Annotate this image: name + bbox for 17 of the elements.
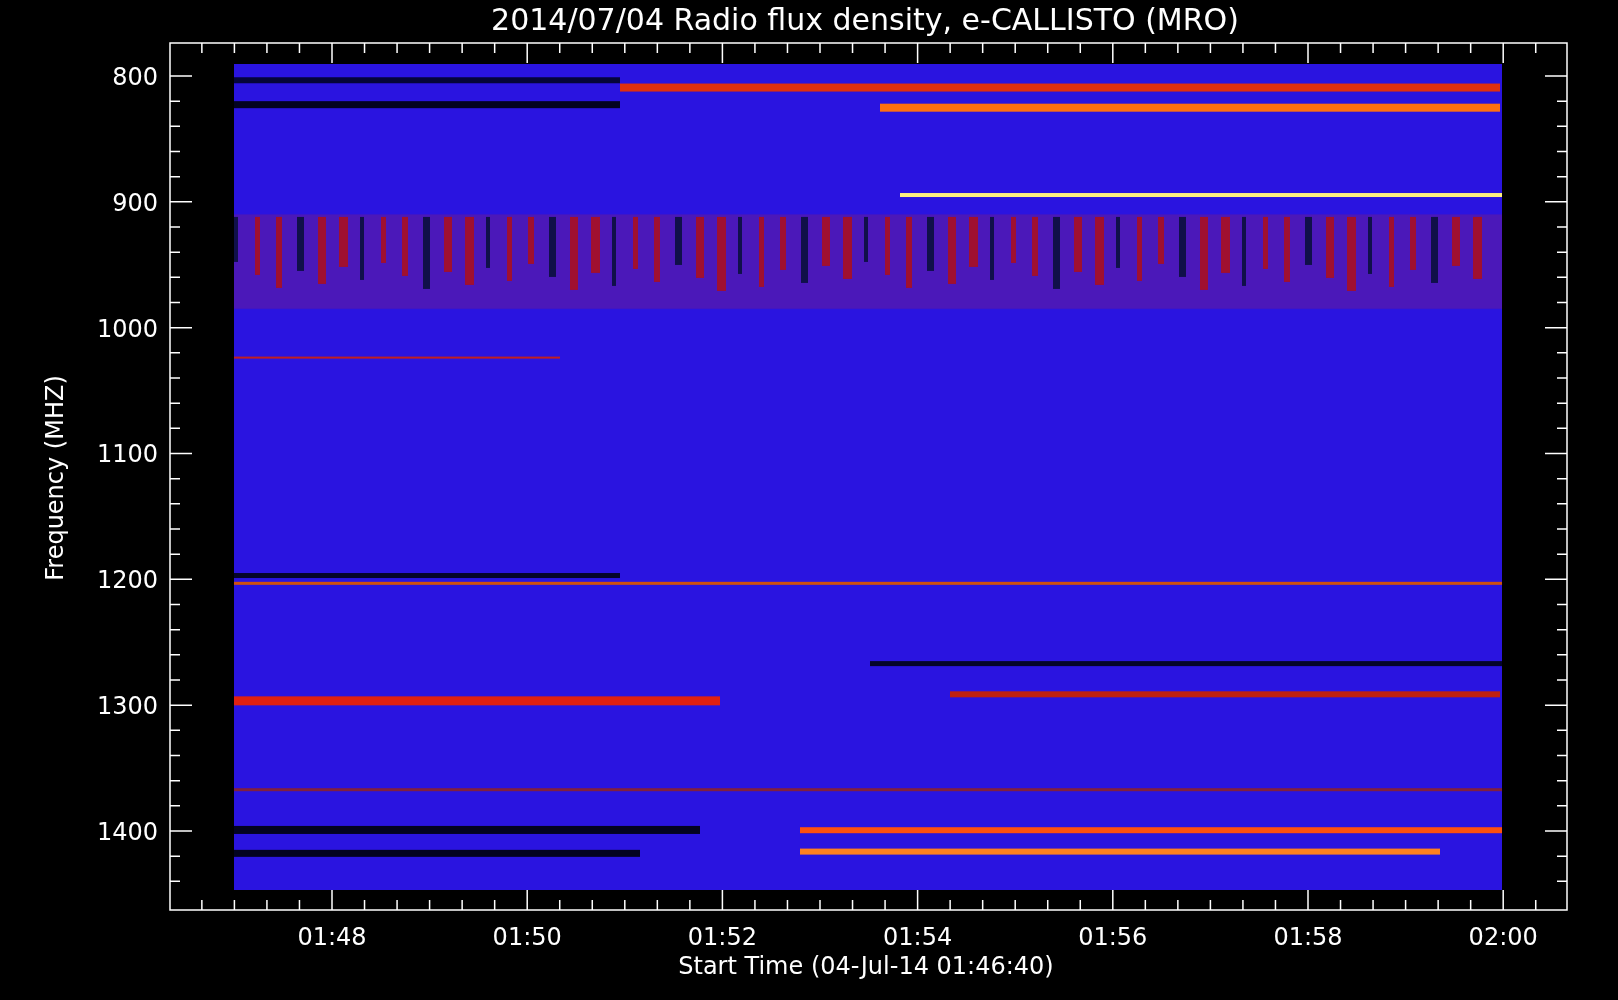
- tick-label: 02:00: [1468, 923, 1538, 951]
- tick-label: 01:48: [297, 923, 367, 951]
- tick-label: 01:58: [1273, 923, 1343, 951]
- tick-label: 1400: [96, 818, 158, 846]
- tick-label: 1200: [96, 566, 158, 595]
- axis-title: Frequency (MHZ): [41, 375, 69, 581]
- tick-label: 01:56: [1078, 923, 1148, 951]
- chart-title: 2014/07/04 Radio flux density, e-CALLISTO (MRO): [491, 2, 1239, 37]
- axis-title: Start Time (04-Jul-14 01:46:40): [678, 952, 1054, 980]
- tick-label: 900: [112, 188, 158, 217]
- tick-label: 800: [112, 63, 158, 91]
- tick-label: 1100: [96, 440, 158, 469]
- tick-label: 1300: [96, 692, 158, 721]
- tick-label: 01:52: [687, 923, 757, 951]
- tick-label: 1000: [96, 314, 158, 343]
- tick-label: 01:54: [883, 923, 953, 951]
- tick-label: 01:50: [492, 923, 562, 951]
